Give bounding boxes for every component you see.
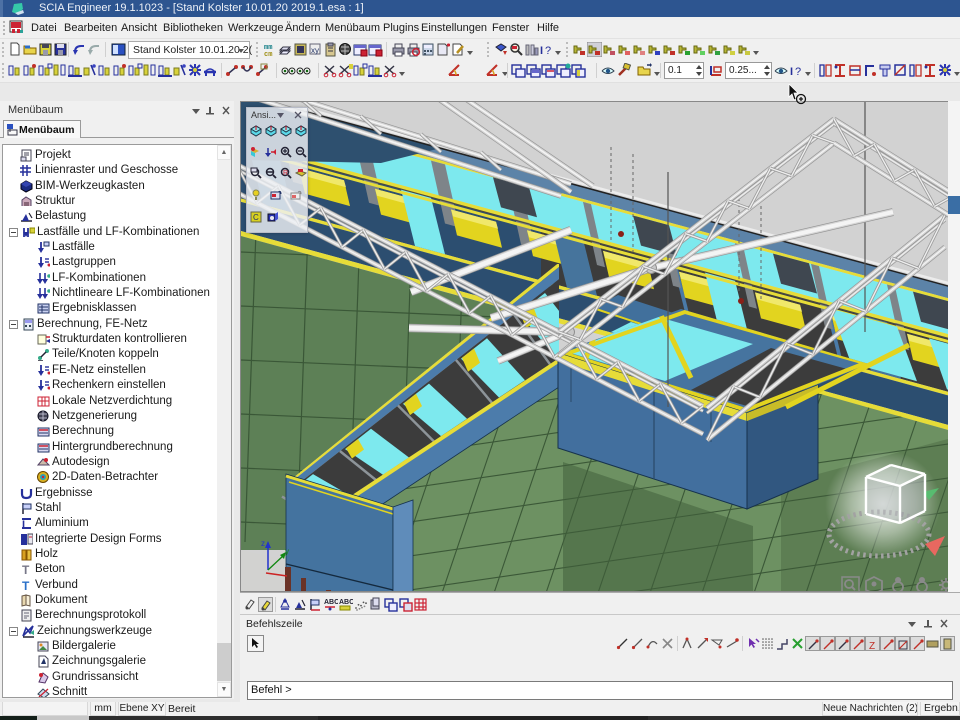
svg-text:T: T	[22, 563, 30, 576]
svg-text:ABC: ABC	[339, 599, 353, 606]
svg-text:C: C	[253, 213, 259, 222]
svg-text:z: z	[261, 539, 265, 548]
svg-text:?: ?	[795, 66, 801, 78]
svg-text:I: I	[540, 45, 543, 57]
svg-text:y: y	[285, 547, 289, 556]
svg-text:T: T	[22, 579, 30, 592]
svg-text:?: ?	[545, 45, 551, 57]
svg-text:Z: Z	[869, 641, 875, 650]
svg-text:ABC: ABC	[324, 599, 338, 606]
svg-text:I: I	[790, 66, 793, 78]
svg-text:R: R	[283, 170, 288, 177]
svg-text:xy: xy	[311, 46, 319, 55]
svg-text:cm: cm	[264, 51, 272, 57]
